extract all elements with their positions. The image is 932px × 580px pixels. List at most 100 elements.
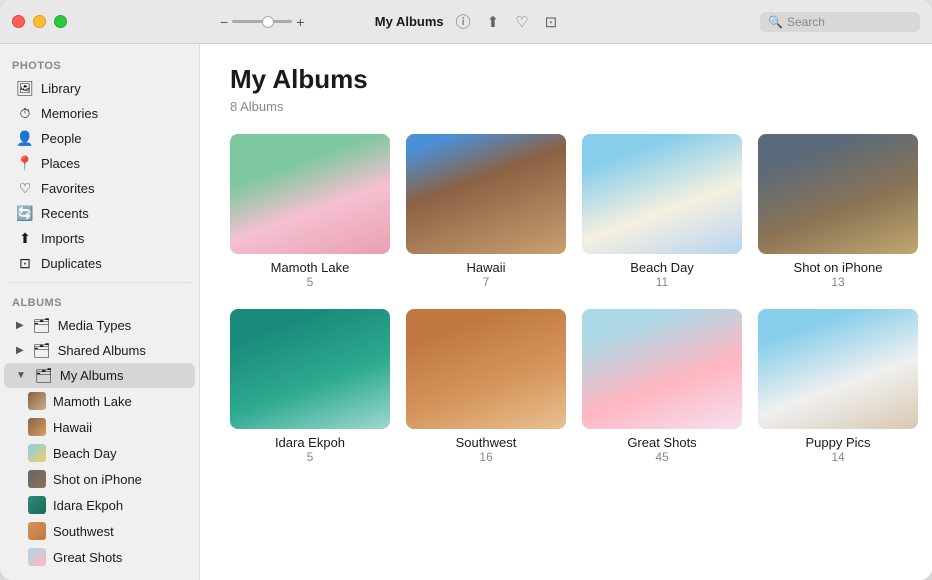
zoom-plus-button[interactable]: + — [296, 14, 304, 30]
sidebar-divider — [8, 282, 191, 283]
duplicates-icon: ⊡ — [16, 255, 34, 272]
album-card-hawaii[interactable]: Hawaii 7 — [406, 134, 566, 289]
titlebar-right: 🔍 Search — [760, 12, 920, 32]
sidebar-item-places[interactable]: 📍 Places — [4, 151, 195, 176]
titlebar-center: My Albums ⓘ ⬆ ♡ ⊡ — [375, 11, 557, 32]
sidebar-item-shared-albums[interactable]: ▶ 🗂 Shared Albums — [4, 338, 195, 363]
heart-icon[interactable]: ♡ — [515, 13, 528, 31]
album-thumbnail — [230, 309, 390, 429]
sidebar-item-label: Library — [41, 81, 81, 96]
album-thumbnail — [582, 309, 742, 429]
album-thumbnail-beach — [28, 444, 46, 462]
recents-icon: 🔄 — [16, 205, 34, 222]
album-count-badge: 13 — [831, 275, 844, 289]
album-thumbnail-mamoth — [28, 392, 46, 410]
album-thumbnail — [758, 134, 918, 254]
sidebar-item-recents[interactable]: 🔄 Recents — [4, 201, 195, 226]
sidebar-item-library[interactable]: 🖼 Library — [4, 76, 195, 101]
album-name: Hawaii — [466, 260, 505, 275]
info-icon[interactable]: ⓘ — [456, 11, 471, 32]
thumbnail-image — [406, 309, 566, 429]
sidebar-item-media-types[interactable]: ▶ 🗂 Media Types — [4, 313, 195, 338]
media-types-icon: 🗂 — [33, 317, 51, 334]
sidebar-item-people[interactable]: 👤 People — [4, 126, 195, 151]
thumbnail-image — [582, 134, 742, 254]
album-name: Beach Day — [630, 260, 694, 275]
album-card-great[interactable]: Great Shots 45 — [582, 309, 742, 464]
sidebar-item-southwest[interactable]: Southwest — [4, 518, 195, 544]
album-name: Great Shots — [627, 435, 696, 450]
album-thumbnail — [406, 309, 566, 429]
album-thumbnail — [582, 134, 742, 254]
library-icon: 🖼 — [16, 80, 34, 97]
album-name: Idara Ekpoh — [275, 435, 345, 450]
favorites-icon: ♡ — [16, 180, 34, 197]
share-icon[interactable]: ⬆ — [487, 13, 500, 31]
album-thumbnail-hawaii — [28, 418, 46, 436]
sidebar-item-great-shots[interactable]: Great Shots — [4, 544, 195, 570]
minimize-button[interactable] — [33, 15, 46, 28]
zoom-controls: − + — [220, 14, 304, 30]
thumbnail-image — [758, 309, 918, 429]
sidebar-item-idara[interactable]: Idara Ekpoh — [4, 492, 195, 518]
album-count-badge: 5 — [307, 450, 314, 464]
album-name: Mamoth Lake — [271, 260, 350, 275]
sidebar-item-label: Idara Ekpoh — [53, 498, 123, 513]
sidebar-item-label: Favorites — [41, 181, 94, 196]
sidebar-item-favorites[interactable]: ♡ Favorites — [4, 176, 195, 201]
window-title: My Albums — [375, 14, 444, 29]
titlebar: − + My Albums ⓘ ⬆ ♡ ⊡ 🔍 Search — [0, 0, 932, 44]
main-content: My Albums 8 Albums Mamoth Lake 5 Hawaii — [200, 44, 932, 580]
sidebar-item-label: Shot on iPhone — [53, 472, 142, 487]
expander-icon: ▶ — [16, 320, 24, 331]
zoom-minus-button[interactable]: − — [220, 14, 228, 30]
album-card-iphone[interactable]: Shot on iPhone 13 — [758, 134, 918, 289]
sidebar-item-label: Duplicates — [41, 256, 102, 271]
thumbnail-image — [758, 134, 918, 254]
album-name: Southwest — [456, 435, 517, 450]
sidebar-item-label: Beach Day — [53, 446, 117, 461]
album-card-beach[interactable]: Beach Day 11 — [582, 134, 742, 289]
sidebar-item-label: Shared Albums — [58, 343, 146, 358]
sidebar-item-label: My Albums — [60, 368, 124, 383]
thumbnail-image — [230, 134, 390, 254]
zoom-thumb — [262, 16, 274, 28]
albums-grid: Mamoth Lake 5 Hawaii 7 Beach Day 11 — [230, 134, 902, 464]
album-card-puppy[interactable]: Puppy Pics 14 — [758, 309, 918, 464]
albums-section-label: Albums — [0, 289, 199, 313]
album-card-mamoth[interactable]: Mamoth Lake 5 — [230, 134, 390, 289]
close-button[interactable] — [12, 15, 25, 28]
zoom-slider[interactable] — [232, 20, 292, 23]
sidebar-item-label: People — [41, 131, 81, 146]
sidebar-item-shot-on-iphone[interactable]: Shot on iPhone — [4, 466, 195, 492]
sidebar-item-label: Mamoth Lake — [53, 394, 132, 409]
sidebar-item-imports[interactable]: ⬆ Imports — [4, 226, 195, 251]
traffic-lights — [12, 15, 67, 28]
sidebar: Photos 🖼 Library ⏱ Memories 👤 People 📍 P… — [0, 44, 200, 580]
search-placeholder: Search — [787, 15, 825, 29]
sidebar-item-beach-day[interactable]: Beach Day — [4, 440, 195, 466]
thumbnail-image — [406, 134, 566, 254]
sidebar-item-duplicates[interactable]: ⊡ Duplicates — [4, 251, 195, 276]
sidebar-item-hawaii[interactable]: Hawaii — [4, 414, 195, 440]
search-box[interactable]: 🔍 Search — [760, 12, 920, 32]
frame-icon[interactable]: ⊡ — [545, 13, 558, 31]
album-thumbnail — [406, 134, 566, 254]
sidebar-item-label: Memories — [41, 106, 98, 121]
album-card-idara[interactable]: Idara Ekpoh 5 — [230, 309, 390, 464]
sidebar-item-label: Hawaii — [53, 420, 92, 435]
sidebar-item-label: Great Shots — [53, 550, 122, 565]
sidebar-item-label: Media Types — [58, 318, 131, 333]
people-icon: 👤 — [16, 130, 34, 147]
album-thumbnail-idara — [28, 496, 46, 514]
album-count-badge: 7 — [483, 275, 490, 289]
sidebar-item-memories[interactable]: ⏱ Memories — [4, 101, 195, 126]
expander-icon: ▶ — [16, 345, 24, 356]
album-count-badge: 16 — [479, 450, 492, 464]
sidebar-item-my-albums[interactable]: ▼ 🗂 My Albums — [4, 363, 195, 388]
album-card-southwest[interactable]: Southwest 16 — [406, 309, 566, 464]
maximize-button[interactable] — [54, 15, 67, 28]
imports-icon: ⬆ — [16, 230, 34, 247]
main-layout: Photos 🖼 Library ⏱ Memories 👤 People 📍 P… — [0, 44, 932, 580]
sidebar-item-mamoth-lake[interactable]: Mamoth Lake — [4, 388, 195, 414]
